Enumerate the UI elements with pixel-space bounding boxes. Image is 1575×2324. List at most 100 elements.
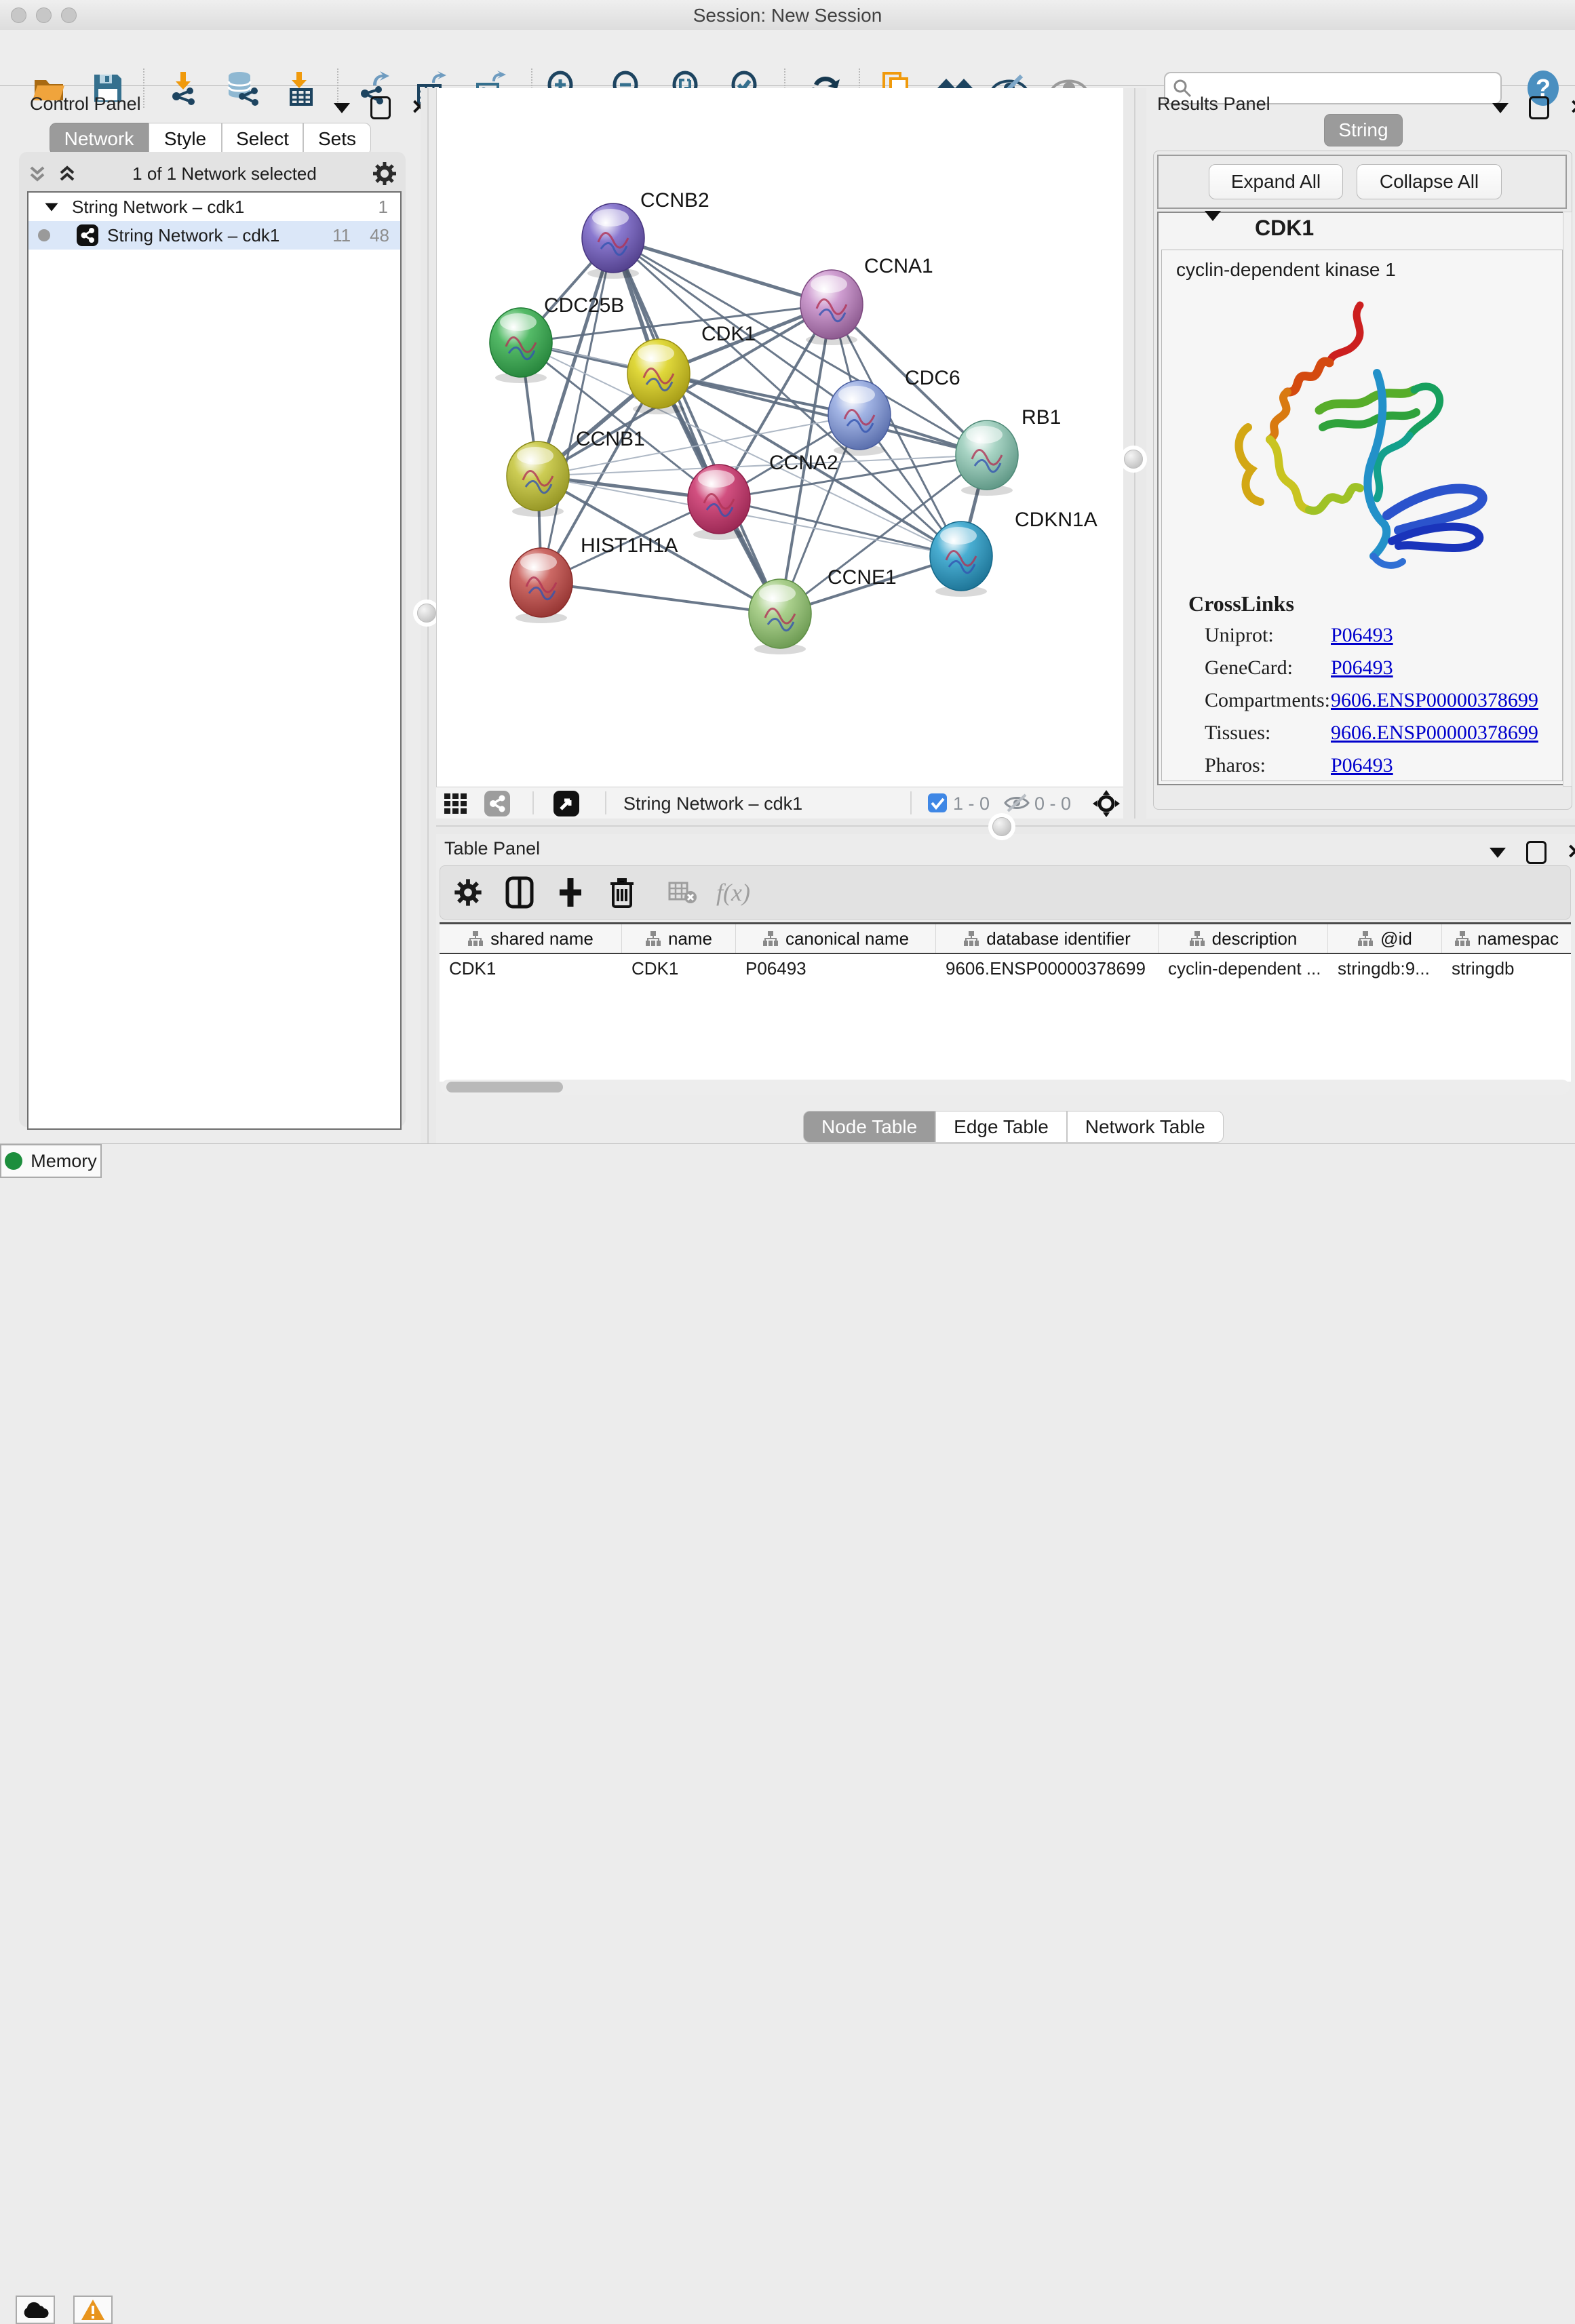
column-header-id[interactable]: @id [1328, 924, 1442, 953]
birdseye-icon [553, 790, 580, 817]
tab-sets[interactable]: Sets [303, 123, 371, 155]
table-panel-title: Table Panel [444, 838, 540, 859]
collection-expand-icon[interactable] [45, 203, 58, 211]
network-canvas[interactable]: CCNB2CCNA1CDC25BCDK1CDC6RB1CCNB1CCNA2CDK… [436, 88, 1124, 787]
expand-all-label: Expand All [1231, 171, 1321, 193]
cell-shared-name[interactable]: CDK1 [440, 954, 622, 983]
column-header-shared-name[interactable]: shared name [440, 924, 622, 953]
network-edge-HIST1H1A-CCNE1[interactable] [541, 583, 780, 614]
tab-string[interactable]: String [1324, 114, 1403, 146]
gear-icon[interactable] [372, 161, 397, 186]
column-header-canonical-name[interactable]: canonical name [736, 924, 936, 953]
tab-select[interactable]: Select [222, 123, 303, 155]
crosslink-tissues-link[interactable]: 9606.ENSP00000378699 [1331, 722, 1538, 745]
network-share-icon [76, 224, 99, 247]
warning-status-button[interactable] [73, 2296, 113, 2324]
close-panel-icon[interactable]: ✕ [1570, 98, 1575, 117]
column-type-icon [762, 930, 779, 947]
function-builder-button[interactable]: f(x) [706, 873, 760, 911]
node-table: shared name name canonical name database… [440, 922, 1571, 1082]
float-panel-icon[interactable] [1529, 96, 1549, 119]
column-header-name[interactable]: name [622, 924, 736, 953]
crosslink-uniprot-link[interactable]: P06493 [1331, 624, 1393, 647]
columns-icon [505, 875, 534, 909]
column-type-icon [467, 930, 484, 947]
network-edge-CCNB2-CCNE1[interactable] [613, 238, 780, 614]
table-settings-button[interactable] [449, 873, 487, 911]
right-splitter[interactable] [1123, 88, 1146, 819]
tab-node-table-label: Node Table [821, 1116, 917, 1138]
add-column-button[interactable] [551, 873, 589, 911]
cell-description[interactable]: cyclin-dependent ... [1159, 954, 1328, 983]
grid-view-button[interactable] [443, 792, 473, 819]
cell-namespace[interactable]: stringdb [1442, 954, 1571, 983]
scrollbar-thumb[interactable] [446, 1082, 563, 1092]
right-splitter-handle[interactable] [1124, 450, 1143, 469]
show-columns-button[interactable] [501, 873, 539, 911]
tab-edge-table[interactable]: Edge Table [935, 1111, 1067, 1143]
table-horizontal-scrollbar[interactable] [441, 1080, 1570, 1095]
network-tree: String Network – cdk1 1 String Network –… [27, 191, 402, 1130]
cloud-status-button[interactable] [16, 2296, 55, 2324]
network-node-label-CCNE1: CCNE1 [828, 566, 897, 589]
tab-network[interactable]: Network [50, 123, 149, 155]
column-header-database-identifier[interactable]: database identifier [936, 924, 1159, 953]
float-panel-icon[interactable] [370, 96, 391, 119]
collapse-panel-icon[interactable] [1492, 103, 1509, 113]
selected-checkbox[interactable] [927, 793, 948, 816]
cell-canonical-name[interactable]: P06493 [736, 954, 936, 983]
column-type-icon [963, 930, 979, 947]
collapse-panel-icon[interactable] [334, 103, 350, 113]
network-edge-CCNB2-CCNA1[interactable] [613, 238, 832, 304]
network-edge-CCNA2-CDKN1A[interactable] [719, 499, 961, 556]
expand-all-icon[interactable] [57, 163, 77, 184]
horizontal-splitter[interactable] [436, 819, 1575, 834]
memory-button[interactable]: Memory [0, 1144, 102, 1178]
horizontal-splitter-handle[interactable] [992, 817, 1011, 836]
crosslink-genecard-link[interactable]: P06493 [1331, 656, 1393, 680]
left-splitter-handle[interactable] [417, 604, 436, 623]
cell-id[interactable]: stringdb:9... [1328, 954, 1442, 983]
collapse-all-label: Collapse All [1380, 171, 1479, 193]
crosslink-pharos-link[interactable]: P06493 [1331, 754, 1393, 777]
protein-section-collapse-icon[interactable] [1205, 221, 1221, 233]
network-node-label-RB1: RB1 [1022, 406, 1061, 429]
network-node-label-CDK1: CDK1 [701, 323, 756, 345]
fit-content-button[interactable] [1091, 789, 1121, 822]
tab-edge-table-label: Edge Table [954, 1116, 1049, 1138]
results-scrollbar[interactable] [1563, 212, 1572, 787]
table-row[interactable]: CDK1 CDK1 P06493 9606.ENSP00000378699 cy… [440, 954, 1571, 983]
column-header-description[interactable]: description [1159, 924, 1328, 953]
network-collection-row[interactable]: String Network – cdk1 1 [28, 193, 400, 221]
crosshair-icon [1091, 789, 1121, 819]
delete-table-button[interactable] [664, 873, 702, 911]
memory-label: Memory [31, 1151, 97, 1172]
cell-name[interactable]: CDK1 [622, 954, 736, 983]
crosslink-compartments-link[interactable]: 9606.ENSP00000378699 [1331, 689, 1538, 712]
network-share-view-button[interactable] [484, 790, 511, 821]
tab-style[interactable]: Style [149, 123, 222, 155]
tab-string-label: String [1338, 119, 1388, 141]
float-panel-icon[interactable] [1526, 841, 1547, 864]
table-panel-window-controls[interactable]: ✕ [1490, 841, 1575, 864]
expand-all-button[interactable]: Expand All [1209, 164, 1343, 199]
delete-column-button[interactable] [603, 873, 641, 911]
close-panel-icon[interactable]: ✕ [1567, 843, 1575, 862]
birdseye-view-button[interactable] [553, 790, 580, 821]
hidden-toggle[interactable] [1003, 793, 1030, 816]
tab-node-table[interactable]: Node Table [803, 1111, 935, 1143]
column-header-namespace[interactable]: namespac [1442, 924, 1571, 953]
collapse-all-button[interactable]: Collapse All [1357, 164, 1502, 199]
control-panel-window-controls[interactable]: ✕ [334, 96, 428, 119]
plus-icon [556, 875, 585, 909]
collapse-all-icon[interactable] [27, 163, 47, 184]
table-header-row: shared name name canonical name database… [440, 924, 1571, 954]
collapse-panel-icon[interactable] [1490, 848, 1506, 858]
cell-database-identifier[interactable]: 9606.ENSP00000378699 [936, 954, 1159, 983]
network-graph[interactable]: CCNB2CCNA1CDC25BCDK1CDC6RB1CCNB1CCNA2CDK… [437, 88, 1124, 787]
network-edge-CCNB2-HIST1H1A[interactable] [541, 238, 613, 583]
network-row[interactable]: String Network – cdk1 11 48 [28, 221, 400, 250]
results-panel-window-controls[interactable]: ✕ [1492, 96, 1575, 119]
left-splitter[interactable] [421, 88, 436, 1143]
tab-network-table[interactable]: Network Table [1067, 1111, 1224, 1143]
